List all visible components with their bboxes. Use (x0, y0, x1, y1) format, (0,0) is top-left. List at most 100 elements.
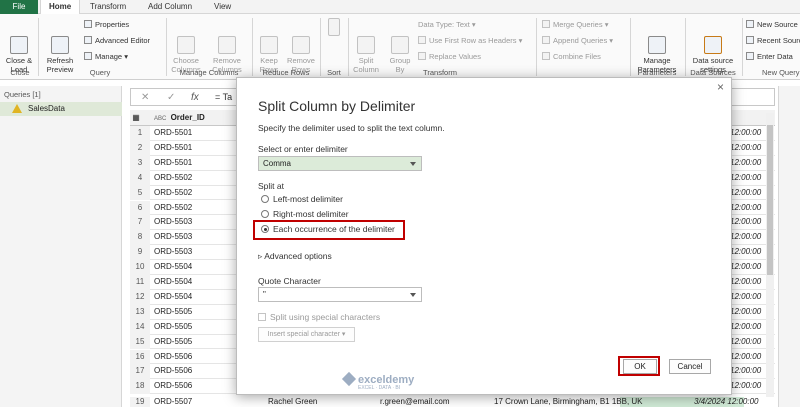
order-id-cell[interactable]: ORD-5506 (154, 379, 192, 394)
time-cell[interactable]: 12:00:00 (730, 215, 761, 230)
order-id-cell[interactable]: ORD-5506 (154, 364, 192, 379)
time-cell[interactable]: 12:00:00 (730, 186, 761, 201)
order-id-cell[interactable]: ORD-5503 (154, 245, 192, 260)
parameters-icon (648, 36, 666, 54)
time-cell[interactable]: 12:00:00 (730, 335, 761, 350)
keep-rows-icon (260, 36, 278, 54)
new-source-button[interactable]: New Source (746, 20, 798, 30)
time-cell[interactable]: 12:00:00 (730, 245, 761, 260)
time-cell[interactable]: 12:00:00 (730, 260, 761, 275)
combine-icon (542, 52, 550, 60)
table-corner-icon[interactable]: ▦ (130, 110, 152, 126)
insert-special-character-button[interactable]: Insert special character ▾ (258, 327, 355, 342)
close-icon[interactable]: × (717, 80, 724, 94)
highlight-box-option (253, 220, 405, 240)
order-id-cell[interactable]: ORD-5505 (154, 305, 192, 320)
properties-button[interactable]: Properties (84, 20, 129, 30)
tab-home[interactable]: Home (40, 0, 81, 14)
replace-values-button[interactable]: Replace Values (418, 52, 481, 62)
time-cell[interactable]: 12:00:00 (730, 350, 761, 365)
new-source-icon (746, 20, 754, 28)
order-id-cell[interactable]: ORD-5502 (154, 171, 192, 186)
time-cell[interactable]: 12:00:00 (730, 275, 761, 290)
group-label-data-sources: Data Sources (690, 68, 736, 77)
order-id-cell[interactable]: ORD-5502 (154, 201, 192, 216)
data-type-dropdown[interactable]: Data Type: Text ▾ (418, 20, 476, 30)
exceldemy-logo-icon (341, 371, 357, 387)
confirm-formula-icon[interactable]: ✓ (167, 92, 175, 103)
recent-sources-button[interactable]: Recent Sources (746, 36, 800, 46)
time-cell[interactable]: 12:00:00 (730, 156, 761, 171)
time-cell[interactable]: 12:00:00 (730, 171, 761, 186)
time-cell[interactable]: 12:00:00 (730, 305, 761, 320)
queries-header: Queries [1] (4, 90, 41, 99)
time-cell[interactable]: 12:00:00 (730, 364, 761, 379)
chevron-right-icon: ▹ (258, 251, 263, 261)
refresh-icon (51, 36, 69, 54)
order-id-cell[interactable]: ORD-5501 (154, 126, 192, 141)
split-column-button[interactable]: Split Column (350, 18, 382, 83)
first-row-headers-button[interactable]: Use First Row as Headers ▾ (418, 36, 522, 46)
tab-add-column[interactable]: Add Column (140, 0, 200, 14)
order-id-cell[interactable]: ORD-5503 (154, 230, 192, 245)
time-cell[interactable]: 12:00:00 (730, 379, 761, 394)
special-characters-checkbox[interactable]: Split using special characters (258, 312, 380, 322)
split-column-dialog: × Split Column by Delimiter Specify the … (236, 77, 732, 395)
group-label-close: Close (10, 68, 30, 77)
cancel-button[interactable]: Cancel (669, 359, 711, 374)
row-number: 15 (130, 334, 150, 350)
time-cell[interactable]: 12:00:00 (730, 201, 761, 216)
time-cell[interactable]: 12:00:00 (730, 141, 761, 156)
query-settings-pane (778, 86, 800, 407)
quote-character-label: Quote Character (258, 276, 321, 286)
time-cell[interactable]: 12:00:00 (730, 320, 761, 335)
manage-icon (84, 52, 92, 60)
ribbon-tabs: File Home Transform Add Column View (0, 0, 800, 14)
manage-button[interactable]: Manage ▾ (84, 52, 128, 62)
radio-left-most[interactable]: Left-most delimiter (261, 194, 343, 205)
order-id-cell[interactable]: ORD-5504 (154, 260, 192, 275)
order-id-cell[interactable]: ORD-5501 (154, 156, 192, 171)
formula-text[interactable]: = Ta (215, 92, 232, 102)
group-by-icon (391, 36, 409, 54)
scrollbar-thumb[interactable] (767, 125, 773, 275)
order-id-cell[interactable]: ORD-5506 (154, 350, 192, 365)
combine-files-button[interactable]: Combine Files (542, 52, 601, 62)
advanced-editor-icon (84, 36, 92, 44)
order-id-cell[interactable]: ORD-5502 (154, 186, 192, 201)
order-id-cell[interactable]: ORD-5504 (154, 290, 192, 305)
query-item-salesdata[interactable]: SalesData (0, 102, 122, 116)
order-id-cell[interactable]: ORD-5505 (154, 320, 192, 335)
time-cell[interactable]: 12:00:00 (730, 290, 761, 305)
group-separator (166, 18, 167, 76)
quote-character-dropdown[interactable]: " (258, 287, 422, 302)
order-id-cell[interactable]: ORD-5501 (154, 141, 192, 156)
split-column-icon (357, 36, 375, 54)
order-id-cell[interactable]: ORD-5504 (154, 275, 192, 290)
append-queries-button[interactable]: Append Queries ▾ (542, 36, 613, 46)
order-id-cell[interactable]: ORD-5505 (154, 335, 192, 350)
group-label-sort: Sort (327, 68, 341, 77)
choose-columns-icon (177, 36, 195, 54)
radio-right-most[interactable]: Right-most delimiter (261, 209, 349, 220)
row-number: 14 (130, 319, 150, 335)
delimiter-dropdown[interactable]: Comma (258, 156, 422, 171)
enter-data-button[interactable]: Enter Data (746, 52, 793, 62)
sort-button[interactable] (324, 18, 344, 38)
refresh-preview-button[interactable]: Refresh Preview (42, 18, 78, 83)
row-number: 13 (130, 304, 150, 320)
cancel-formula-icon[interactable]: ✕ (141, 92, 149, 103)
tab-transform[interactable]: Transform (82, 0, 134, 14)
row-number: 8 (130, 230, 150, 246)
tab-view[interactable]: View (206, 0, 239, 14)
time-cell[interactable]: 12:00:00 (730, 230, 761, 245)
tab-file[interactable]: File (0, 0, 38, 14)
headers-icon (418, 36, 426, 44)
advanced-options-toggle[interactable]: ▹ Advanced options (258, 251, 332, 262)
advanced-editor-button[interactable]: Advanced Editor (84, 36, 150, 46)
merge-queries-button[interactable]: Merge Queries ▾ (542, 20, 608, 30)
order-id-cell[interactable]: ORD-5503 (154, 215, 192, 230)
properties-icon (84, 20, 92, 28)
chevron-down-icon (410, 162, 416, 166)
time-cell[interactable]: 12:00:00 (730, 126, 761, 141)
